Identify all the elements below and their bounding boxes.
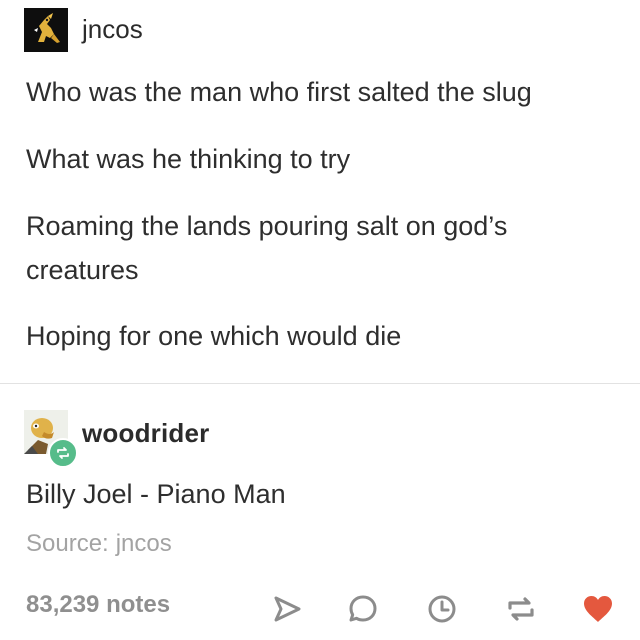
reblog-text: Billy Joel - Piano Man	[26, 479, 286, 509]
share-icon	[274, 596, 301, 622]
reblog-icon	[57, 447, 69, 459]
reblogger-username[interactable]: woodrider	[82, 418, 209, 449]
like-heart-icon	[584, 596, 612, 622]
reblog-badge	[48, 438, 78, 468]
source-link[interactable]: jncos	[116, 530, 172, 558]
post-line: Hoping for one which would die	[26, 321, 402, 351]
post-header: jncos	[24, 8, 143, 52]
kangaroo-avatar-icon	[24, 8, 68, 52]
reblog-header: woodrider	[24, 410, 209, 468]
post-line: What was he thinking to try	[26, 144, 351, 174]
divider	[0, 383, 640, 384]
post-line: Roaming the lands pouring salt on god’s …	[26, 211, 508, 285]
source-line: Source: jncos	[26, 530, 172, 558]
reply-icon	[349, 595, 377, 622]
source-label: Source:	[26, 530, 109, 557]
share-button[interactable]	[268, 590, 306, 628]
tumblr-post: jncos Who was the man who first salted t…	[0, 0, 640, 640]
queue-clock-icon	[428, 595, 456, 623]
queue-button[interactable]	[423, 590, 461, 628]
like-button[interactable]	[579, 590, 617, 628]
op-username[interactable]: jncos	[82, 14, 143, 45]
reply-button[interactable]	[344, 590, 382, 628]
post-line: Who was the man who first salted the slu…	[26, 77, 532, 107]
notes-count[interactable]: 83,239 notes	[26, 591, 170, 619]
reblog-icon	[508, 597, 534, 621]
op-avatar[interactable]	[24, 8, 68, 52]
reblogger-avatar-wrap[interactable]	[24, 410, 78, 468]
reblog-button[interactable]	[502, 590, 540, 628]
